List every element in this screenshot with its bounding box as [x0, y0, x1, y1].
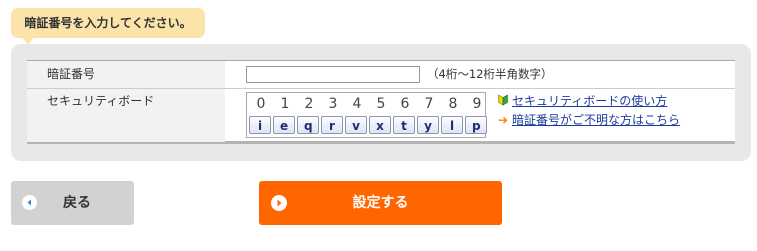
board-key-button[interactable]: i	[249, 116, 271, 134]
board-digit: 9	[472, 96, 482, 112]
board-digit: 3	[328, 96, 338, 112]
beginner-leaf-icon	[497, 93, 509, 106]
submit-button[interactable]: 設定する	[259, 181, 502, 225]
instruction-text: 暗証番号を入力してください。	[24, 16, 192, 30]
form-table: 暗証番号 （4桁～12桁半角数字） セキュリティボード 0 1 2 3 4 5 …	[27, 60, 735, 144]
board-key-button[interactable]: q	[297, 116, 319, 134]
submit-button-label: 設定する	[352, 195, 409, 211]
orange-arrow-icon: ➔	[497, 113, 509, 127]
board-digit: 0	[256, 96, 266, 112]
board-digit: 5	[376, 96, 386, 112]
form-panel: 暗証番号 （4桁～12桁半角数字） セキュリティボード 0 1 2 3 4 5 …	[11, 44, 751, 161]
security-board-row: セキュリティボード 0 1 2 3 4 5 6 7 8 9 i e q r v …	[27, 89, 735, 142]
board-key-button[interactable]: e	[273, 116, 295, 134]
board-digit: 4	[352, 96, 362, 112]
security-board-howto-link[interactable]: セキュリティボードの使い方	[512, 94, 667, 108]
pin-label: 暗証番号	[27, 61, 225, 88]
board-key-button[interactable]: y	[417, 116, 439, 134]
security-board-label: セキュリティボード	[27, 89, 225, 142]
board-digit: 1	[280, 96, 290, 112]
left-arrow-circle-icon	[22, 195, 37, 210]
board-digit: 2	[304, 96, 314, 112]
board-key-button[interactable]: x	[369, 116, 391, 134]
board-key-button[interactable]: p	[465, 116, 487, 134]
forgot-link-row: ➔ 暗証番号がご不明な方はこちら	[497, 111, 680, 130]
pin-input[interactable]	[246, 66, 420, 83]
board-key-button[interactable]: t	[393, 116, 415, 134]
security-board: 0 1 2 3 4 5 6 7 8 9 i e q r v x t y l p	[246, 92, 489, 138]
instruction-callout: 暗証番号を入力してください。	[11, 8, 205, 38]
board-digit: 8	[448, 96, 458, 112]
back-button-label: 戻る	[63, 195, 91, 211]
pin-row: 暗証番号 （4桁～12桁半角数字）	[27, 61, 735, 89]
board-digit: 7	[424, 96, 434, 112]
howto-link-row: セキュリティボードの使い方	[497, 92, 680, 111]
forgot-pin-link[interactable]: 暗証番号がご不明な方はこちら	[512, 113, 680, 127]
board-key-button[interactable]: l	[441, 116, 463, 134]
board-key-button[interactable]: r	[321, 116, 343, 134]
help-links: セキュリティボードの使い方 ➔ 暗証番号がご不明な方はこちら	[497, 92, 680, 130]
board-key-button[interactable]: v	[345, 116, 367, 134]
pin-hint: （4桁～12桁半角数字）	[427, 67, 553, 81]
back-button[interactable]: 戻る	[11, 181, 134, 225]
board-keys: i e q r v x t y l p	[249, 116, 489, 134]
board-digit: 6	[400, 96, 410, 112]
board-digits: 0 1 2 3 4 5 6 7 8 9	[249, 95, 489, 114]
